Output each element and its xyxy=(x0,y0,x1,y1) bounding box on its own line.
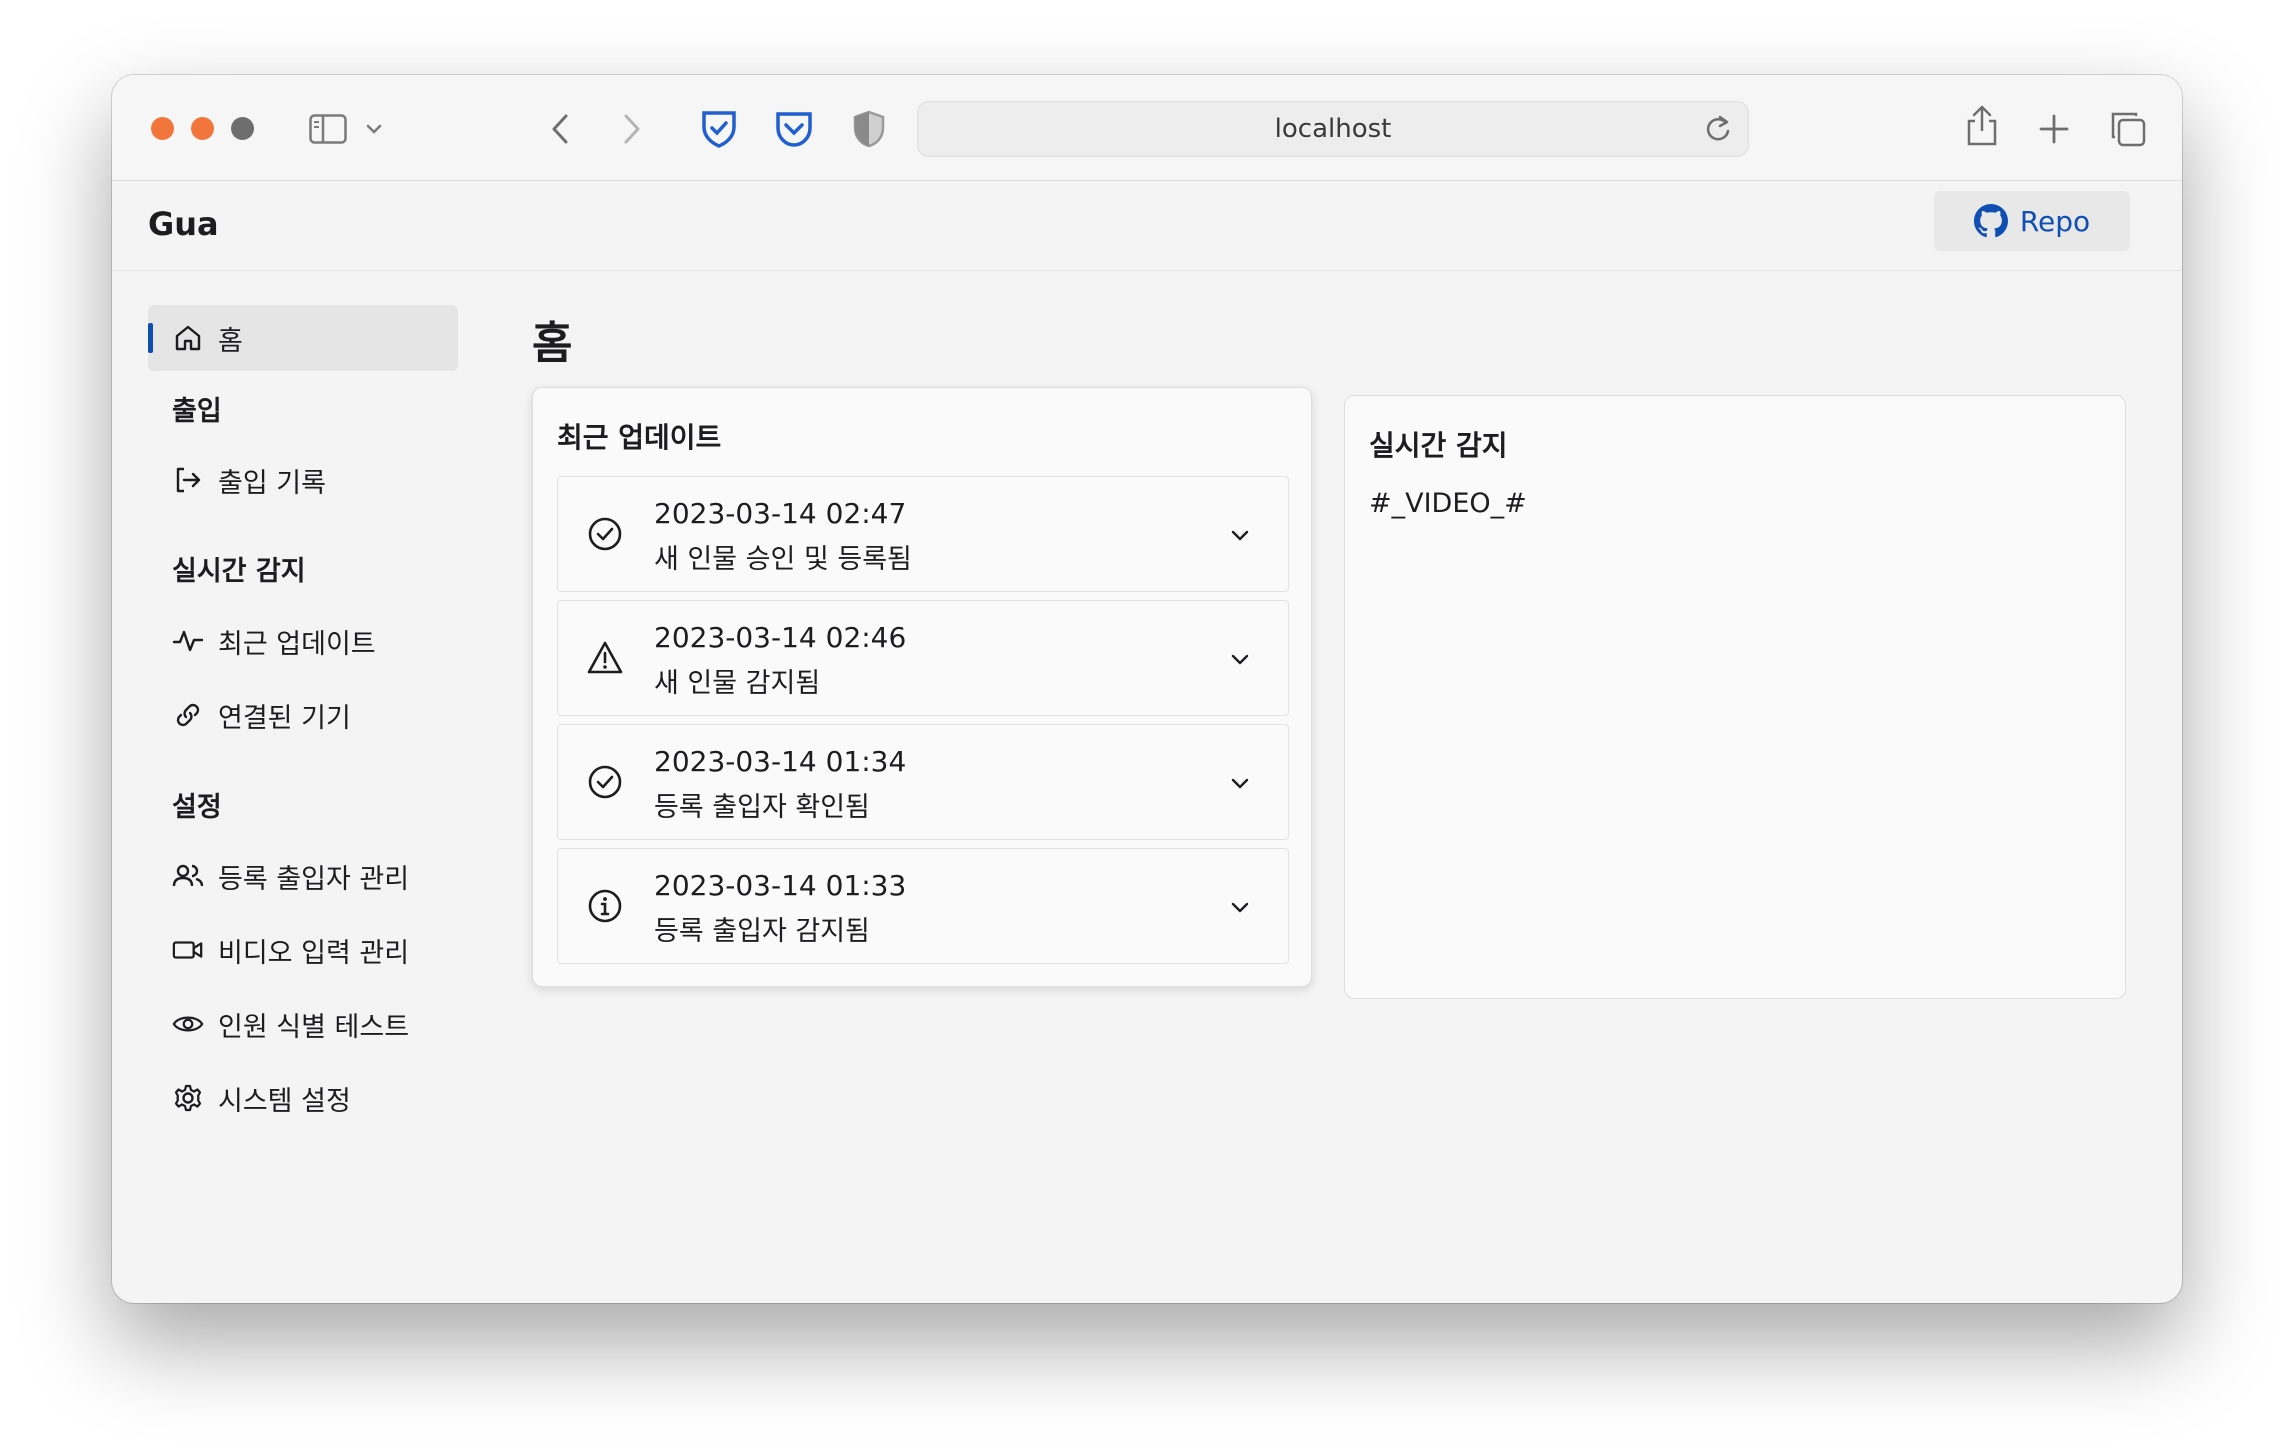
sidebar-section-access: 출입 xyxy=(172,396,222,427)
bitwarden-shield-icon[interactable] xyxy=(697,107,741,151)
new-tab-icon[interactable] xyxy=(2034,109,2074,149)
chevron-down-icon[interactable] xyxy=(364,117,384,141)
update-description: 새 인물 감지됨 xyxy=(654,668,821,699)
sidebar-item-label: 출입 기록 xyxy=(218,467,326,499)
sidebar-item-person-id-test[interactable]: 인원 식별 테스트 xyxy=(148,991,458,1057)
sidebar-item-label: 등록 출입자 관리 xyxy=(218,863,410,895)
forward-icon[interactable] xyxy=(614,109,650,149)
update-item[interactable]: 2023-03-14 01:33 등록 출입자 감지됨 xyxy=(557,848,1289,964)
update-item[interactable]: 2023-03-14 02:46 새 인물 감지됨 xyxy=(557,600,1289,716)
gear-icon xyxy=(172,1082,204,1114)
sidebar-section-settings: 설정 xyxy=(172,792,222,823)
github-icon xyxy=(1973,204,2008,238)
sidebar-item-registered-people[interactable]: 등록 출입자 관리 xyxy=(148,843,458,909)
update-time: 2023-03-14 01:34 xyxy=(654,745,907,778)
sidebar-item-label: 인원 식별 테스트 xyxy=(218,1011,410,1043)
update-description: 등록 출입자 확인됨 xyxy=(654,792,870,823)
home-icon xyxy=(172,322,204,354)
video-camera-icon xyxy=(172,934,204,966)
zoom-window-button[interactable] xyxy=(231,117,254,140)
update-item[interactable]: 2023-03-14 02:47 새 인물 승인 및 등록됨 xyxy=(557,476,1289,592)
sidebar-item-recent-updates[interactable]: 최근 업데이트 xyxy=(148,608,458,674)
reload-icon[interactable] xyxy=(1704,114,1734,144)
warning-icon xyxy=(586,639,624,677)
sidebar-item-system-settings[interactable]: 시스템 설정 xyxy=(148,1065,458,1131)
close-window-button[interactable] xyxy=(151,117,174,140)
sidebar-item-home[interactable]: 홈 xyxy=(148,305,458,371)
sidebar-item-label: 연결된 기기 xyxy=(218,702,351,734)
update-item[interactable]: 2023-03-14 01:34 등록 출입자 확인됨 xyxy=(557,724,1289,840)
pocket-icon[interactable] xyxy=(772,107,816,151)
url-text: localhost xyxy=(1274,114,1392,144)
recent-updates-card: 최근 업데이트 2023-03-14 02:47 새 인물 승인 및 등록됨 2… xyxy=(532,387,1312,987)
update-time: 2023-03-14 02:47 xyxy=(654,497,907,530)
sidebar-item-label: 최근 업데이트 xyxy=(218,628,376,660)
eye-icon xyxy=(172,1008,204,1040)
minimize-window-button[interactable] xyxy=(191,117,214,140)
sidebar-item-label: 시스템 설정 xyxy=(218,1085,351,1117)
sign-in-icon xyxy=(172,464,204,496)
sidebar-item-label: 비디오 입력 관리 xyxy=(218,937,410,969)
link-icon xyxy=(172,699,204,731)
check-circle-icon xyxy=(586,515,624,553)
chevron-down-icon[interactable] xyxy=(1228,647,1252,671)
sidebar-toggle-icon[interactable] xyxy=(308,109,348,149)
sidebar-item-video-input[interactable]: 비디오 입력 관리 xyxy=(148,917,458,983)
sidebar-item-label: 홈 xyxy=(218,325,243,357)
tab-overview-icon[interactable] xyxy=(2106,107,2150,151)
activity-icon xyxy=(172,625,204,657)
sidebar-item-connected-devices[interactable]: 연결된 기기 xyxy=(148,682,458,748)
privacy-shield-icon[interactable] xyxy=(847,107,891,151)
check-circle-icon xyxy=(586,763,624,801)
browser-window: localhost Gua Repo 홈 출입 출입 기록 실시간 감지 최근 … xyxy=(112,75,2182,1303)
info-icon xyxy=(586,887,624,925)
users-icon xyxy=(172,860,204,892)
repo-button[interactable]: Repo xyxy=(1934,191,2130,251)
update-time: 2023-03-14 01:33 xyxy=(654,869,907,902)
chevron-down-icon[interactable] xyxy=(1228,771,1252,795)
update-description: 새 인물 승인 및 등록됨 xyxy=(654,544,912,575)
chevron-down-icon[interactable] xyxy=(1228,895,1252,919)
update-description: 등록 출입자 감지됨 xyxy=(654,916,870,947)
address-bar[interactable]: localhost xyxy=(917,101,1749,157)
repo-label: Repo xyxy=(2019,204,2091,238)
share-icon[interactable] xyxy=(1962,103,2002,149)
app-header: Gua Repo xyxy=(112,181,2182,271)
brand-title[interactable]: Gua xyxy=(148,205,219,243)
back-icon[interactable] xyxy=(542,109,578,149)
video-placeholder: #_VIDEO_# xyxy=(1369,488,1527,519)
sidebar-section-live: 실시간 감지 xyxy=(172,556,306,587)
live-detection-card: 실시간 감지 #_VIDEO_# xyxy=(1344,395,2126,999)
page-title: 홈 xyxy=(532,318,573,369)
chevron-down-icon[interactable] xyxy=(1228,523,1252,547)
browser-toolbar: localhost xyxy=(112,75,2182,181)
sidebar-item-access-log[interactable]: 출입 기록 xyxy=(148,447,458,513)
update-time: 2023-03-14 02:46 xyxy=(654,621,907,654)
card-title: 실시간 감지 xyxy=(1369,429,1508,462)
card-title: 최근 업데이트 xyxy=(557,421,722,454)
